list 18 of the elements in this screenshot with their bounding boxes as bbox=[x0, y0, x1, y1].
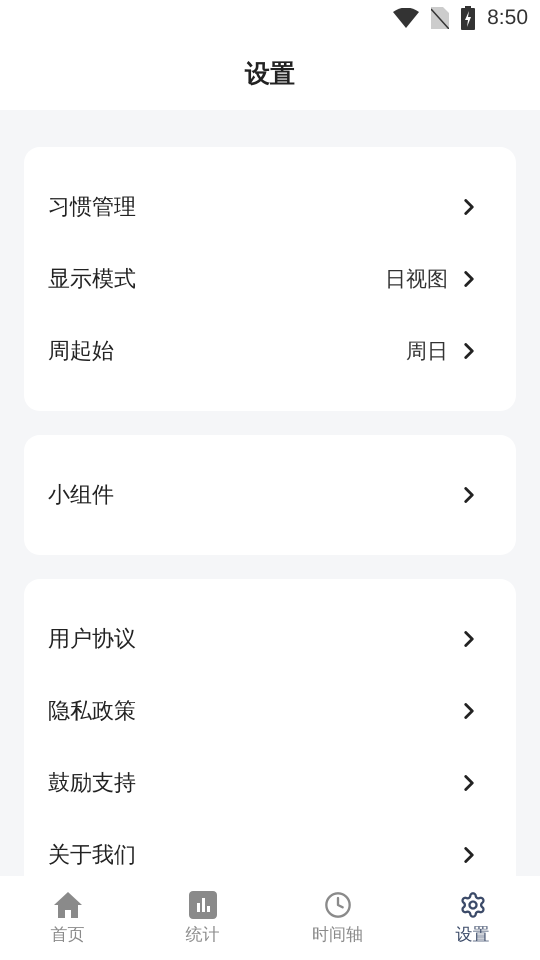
settings-row[interactable]: 显示模式 日视图 bbox=[24, 243, 516, 315]
settings-icon bbox=[458, 890, 486, 918]
home-icon bbox=[52, 890, 82, 918]
battery-icon bbox=[461, 6, 476, 30]
no-sim-icon bbox=[431, 7, 450, 29]
status-time: 8:50 bbox=[487, 6, 528, 30]
settings-row[interactable]: 关于我们 bbox=[24, 819, 516, 876]
bar-chart-icon bbox=[188, 890, 216, 918]
settings-row[interactable]: 用户协议 bbox=[24, 603, 516, 675]
settings-row[interactable]: 周起始 周日 bbox=[24, 315, 516, 387]
wifi-icon bbox=[393, 8, 420, 28]
settings-row[interactable]: 隐私政策 bbox=[24, 675, 516, 747]
settings-row[interactable]: 小组件 bbox=[24, 459, 516, 531]
clock-icon bbox=[324, 890, 352, 918]
tab-button[interactable]: 设置 bbox=[405, 876, 540, 960]
settings-row[interactable]: 习惯管理 bbox=[24, 171, 516, 243]
page-title: 设置 bbox=[245, 58, 295, 90]
settings-row[interactable]: 鼓励支持 bbox=[24, 747, 516, 819]
